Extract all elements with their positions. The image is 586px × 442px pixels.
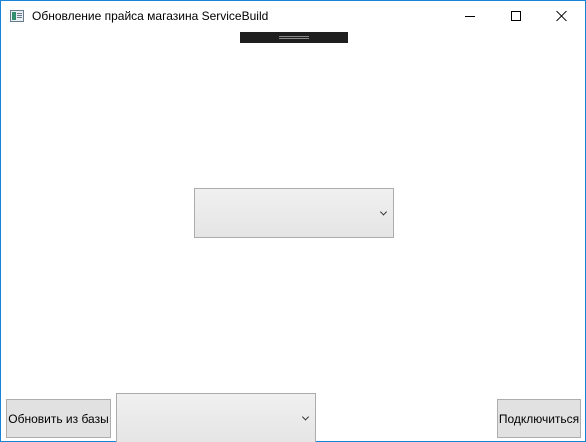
close-button[interactable] [539,1,585,31]
title-bar[interactable]: Обновление прайса магазина ServiceBuild [1,1,585,31]
maximize-icon [511,11,521,21]
minimize-icon [465,15,475,17]
toolbar-grip-icon [279,36,309,39]
close-icon [556,10,568,22]
minimize-button[interactable] [447,1,493,31]
app-window-icon[interactable] [10,10,24,22]
refresh-from-database-button[interactable]: Обновить из базы [6,399,111,438]
bottom-combobox[interactable] [116,393,316,442]
window-title: Обновление прайса магазина ServiceBuild [32,9,269,23]
connect-button[interactable]: Подключиться [497,399,581,438]
chevron-down-icon [379,208,388,216]
chevron-down-icon [301,413,310,421]
app-window: Обновление прайса магазина ServiceBuild … [0,0,586,442]
maximize-button[interactable] [493,1,539,31]
main-combobox[interactable] [194,188,394,238]
runtime-debug-toolbar[interactable] [240,32,348,43]
